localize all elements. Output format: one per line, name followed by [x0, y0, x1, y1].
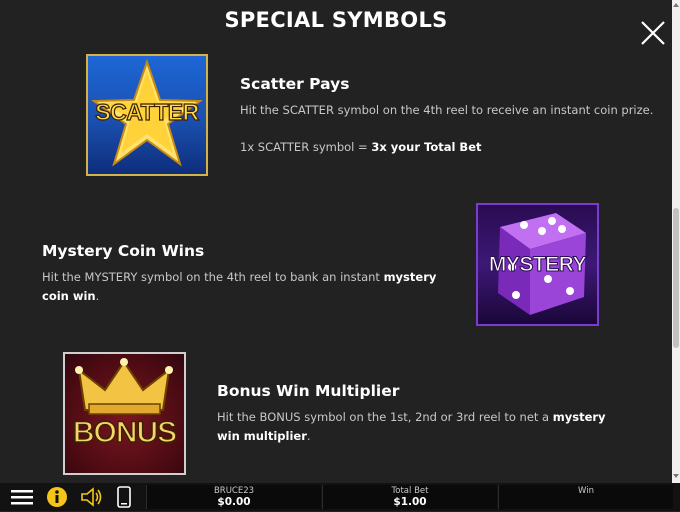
total-bet-field: Total Bet $1.00 [322, 485, 497, 509]
player-balance-field: BRUCE23 $0.00 [146, 485, 321, 509]
mobile-button[interactable] [115, 486, 135, 508]
total-bet-value: $1.00 [393, 496, 427, 508]
mystery-symbol-label: MYSTERY [488, 253, 587, 277]
close-icon[interactable] [638, 18, 668, 48]
scroll-down-arrow[interactable] [673, 474, 679, 478]
scroll-thumb[interactable] [673, 208, 679, 348]
scrollbar[interactable] [672, 0, 680, 483]
mystery-symbol-image: MYSTERY [476, 203, 599, 326]
scatter-symbol-image: SCATTER [86, 54, 208, 176]
player-balance: $0.00 [217, 496, 251, 508]
scatter-heading: Scatter Pays [240, 75, 350, 93]
menu-button[interactable] [10, 486, 34, 508]
mystery-description: Hit the MYSTERY symbol on the 4th reel t… [42, 268, 462, 306]
mobile-icon[interactable] [115, 486, 135, 508]
bonus-description-suffix: . [306, 429, 311, 443]
crown-icon [75, 358, 173, 415]
page-title: SPECIAL SYMBOLS [224, 8, 448, 32]
scatter-payout: 1x SCATTER symbol = 3x your Total Bet [240, 138, 660, 157]
bonus-description-prefix: Hit the BONUS symbol on the 1st, 2nd or … [217, 410, 553, 424]
bonus-symbol-label: BONUS [72, 415, 178, 450]
bonus-symbol-image: BONUS [63, 352, 186, 475]
sound-button[interactable] [80, 486, 104, 508]
bonus-description: Hit the BONUS symbol on the 1st, 2nd or … [217, 408, 617, 446]
win-field: Win [498, 485, 673, 509]
close-button[interactable] [638, 18, 668, 48]
mystery-description-suffix: . [95, 289, 100, 303]
mystery-heading: Mystery Coin Wins [42, 242, 205, 260]
scatter-symbol-label: SCATTER [95, 98, 200, 125]
scatter-payout-value: 3x your Total Bet [371, 140, 482, 154]
scatter-payout-prefix: 1x SCATTER symbol = [240, 140, 372, 154]
bonus-heading: Bonus Win Multiplier [217, 382, 400, 400]
win-label: Win [578, 486, 594, 496]
total-bet-label: Total Bet [391, 486, 429, 496]
info-icon[interactable] [46, 486, 70, 508]
mystery-description-prefix: Hit the MYSTERY symbol on the 4th reel t… [42, 270, 384, 284]
scatter-description: Hit the SCATTER symbol on the 4th reel t… [240, 103, 654, 117]
menu-icon[interactable] [10, 486, 34, 508]
info-button[interactable] [46, 486, 70, 508]
sound-icon[interactable] [80, 486, 104, 508]
player-name: BRUCE23 [213, 486, 255, 496]
scroll-up-arrow[interactable] [673, 3, 679, 7]
bottom-bar: BRUCE23 $0.00 Total Bet $1.00 Win [0, 483, 680, 511]
